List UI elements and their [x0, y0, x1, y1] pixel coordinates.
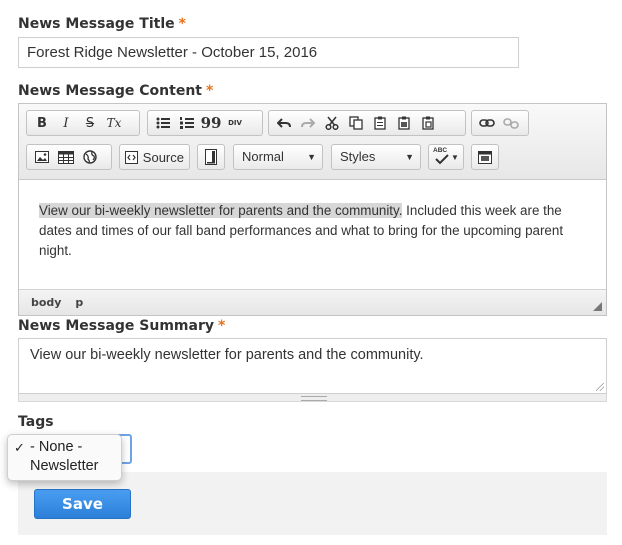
summary-label: News Message Summary * — [18, 318, 226, 334]
spellcheck-button[interactable]: ABC ▼ — [428, 144, 464, 170]
paste-as-text-button[interactable] — [393, 113, 415, 133]
scissors-icon — [325, 116, 339, 130]
selected-text: View our bi-weekly newsletter for parent… — [39, 203, 403, 218]
format-combo[interactable]: Normal ▼ — [233, 144, 323, 170]
format-value: Normal — [242, 149, 284, 164]
tag-option-newsletter[interactable]: Newsletter — [8, 457, 121, 476]
paste-text-icon — [398, 116, 410, 130]
paste-from-word-button[interactable] — [417, 113, 439, 133]
clipboard-icon — [374, 116, 386, 130]
path-item-p[interactable]: p — [75, 296, 83, 309]
copy-button[interactable] — [345, 113, 367, 133]
remove-format-button[interactable]: Tx — [103, 113, 125, 133]
caret-down-icon: ▼ — [307, 152, 316, 162]
cut-button[interactable] — [321, 113, 343, 133]
textarea-drag-handle[interactable] — [18, 394, 607, 402]
required-mark: * — [178, 16, 186, 32]
iframe-button[interactable] — [79, 147, 101, 167]
image-button[interactable] — [31, 147, 53, 167]
insert-group — [26, 144, 112, 170]
source-icon — [125, 150, 138, 164]
resize-handle-icon[interactable] — [593, 302, 602, 311]
textarea-resize-icon[interactable] — [596, 383, 604, 391]
bold-button[interactable]: B — [31, 113, 53, 133]
styles-value: Styles — [340, 149, 376, 164]
caret-down-icon: ▼ — [405, 152, 414, 162]
div-container-button[interactable]: DIV — [224, 113, 246, 133]
unlink-button[interactable] — [500, 113, 522, 133]
redo-button[interactable] — [297, 113, 319, 133]
tags-label: Tags — [18, 414, 54, 430]
content-label: News Message Content * — [18, 83, 214, 99]
italic-button[interactable]: I — [55, 113, 77, 133]
image-icon — [35, 151, 49, 163]
basic-styles-group: B I S Tx — [26, 110, 140, 136]
numbered-list-icon — [180, 117, 194, 129]
maximize-icon — [478, 150, 492, 164]
required-mark: * — [206, 83, 214, 99]
link-button[interactable] — [476, 113, 498, 133]
title-label: News Message Title * — [18, 16, 186, 32]
undo-icon — [277, 118, 291, 128]
show-blocks-icon — [205, 149, 217, 165]
table-icon — [58, 150, 74, 164]
globe-icon — [83, 150, 97, 164]
paste-button[interactable] — [369, 113, 391, 133]
blockquote-button[interactable]: 99 — [200, 113, 222, 133]
element-path-bar: body p — [19, 289, 606, 315]
numbered-list-button[interactable] — [176, 113, 198, 133]
maximize-button[interactable] — [471, 144, 499, 170]
tags-dropdown-menu: ✓ - None - Newsletter — [7, 434, 122, 481]
source-button[interactable]: Source — [119, 144, 190, 170]
link-icon — [479, 119, 495, 127]
strikethrough-button[interactable]: S — [79, 113, 101, 133]
link-group — [471, 110, 529, 136]
copy-icon — [349, 116, 363, 130]
editor-toolbar: B I S Tx 99 DIV Source Normal ▼ Styles ▼… — [19, 104, 606, 180]
required-mark: * — [218, 318, 226, 334]
unlink-icon — [503, 118, 519, 129]
paste-word-icon — [422, 116, 434, 130]
styles-combo[interactable]: Styles ▼ — [331, 144, 421, 170]
title-input[interactable]: Forest Ridge Newsletter - October 15, 20… — [18, 37, 519, 68]
summary-textarea[interactable]: View our bi-weekly newsletter for parent… — [18, 338, 607, 394]
clipboard-undo-group — [268, 110, 466, 136]
table-button[interactable] — [55, 147, 77, 167]
show-blocks-button[interactable] — [197, 144, 225, 170]
path-item-body[interactable]: body — [31, 296, 61, 309]
bulleted-list-button[interactable] — [152, 113, 174, 133]
editor-content[interactable]: View our bi-weekly newsletter for parent… — [19, 181, 606, 291]
bulleted-list-icon — [156, 117, 170, 129]
div-icon: DIV — [228, 119, 242, 127]
redo-icon — [301, 118, 315, 128]
spellcheck-icon: ABC — [433, 147, 451, 167]
paragraph-group: 99 DIV — [147, 110, 263, 136]
checkmark-icon: ✓ — [14, 440, 25, 455]
undo-button[interactable] — [273, 113, 295, 133]
tag-option-none[interactable]: ✓ - None - — [8, 438, 121, 457]
caret-down-icon: ▼ — [451, 152, 459, 162]
save-button[interactable]: Save — [34, 489, 131, 519]
rich-text-editor: B I S Tx 99 DIV Source Normal ▼ Styles ▼… — [18, 103, 607, 316]
